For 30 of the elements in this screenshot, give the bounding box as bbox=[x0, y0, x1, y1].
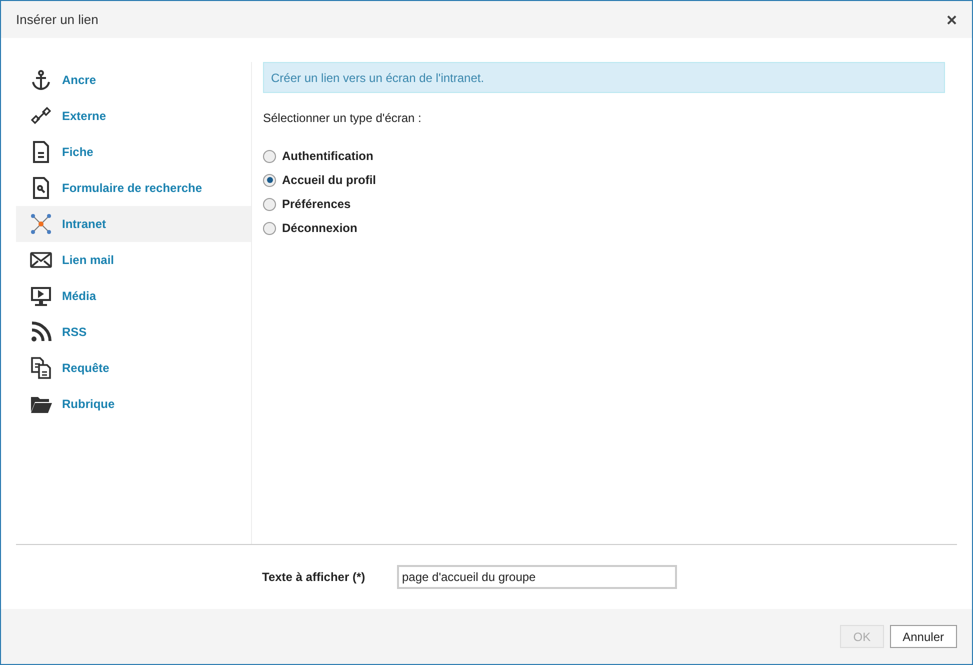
rss-icon bbox=[30, 321, 52, 343]
window-title: Insérer un lien bbox=[16, 10, 98, 29]
info-message: Créer un lien vers un écran de l'intranet. bbox=[263, 62, 945, 93]
radio-option[interactable]: Accueil du profil bbox=[263, 171, 945, 189]
envelope-icon bbox=[30, 249, 52, 271]
sidebar-item[interactable]: Requête bbox=[16, 350, 251, 386]
documents-icon bbox=[30, 357, 52, 379]
close-button[interactable]: × bbox=[946, 10, 957, 28]
sidebar-item[interactable]: Rubrique bbox=[16, 386, 251, 422]
sidebar-item[interactable]: Formulaire de recherche bbox=[16, 170, 251, 206]
radio-option[interactable]: Préférences bbox=[263, 195, 945, 213]
dialog-button[interactable]: Annuler bbox=[890, 625, 957, 648]
link-icon bbox=[30, 105, 52, 127]
document-icon bbox=[30, 141, 52, 163]
sidebar-item[interactable]: RSS bbox=[16, 314, 251, 350]
text-input-field[interactable]: page d'accueil du groupe bbox=[397, 565, 677, 589]
search-document-icon bbox=[30, 177, 52, 199]
anchor-icon bbox=[30, 69, 52, 91]
prompt-text: Sélectionner un type d'écran : bbox=[263, 110, 422, 127]
radio-option[interactable]: Authentification bbox=[263, 147, 945, 165]
sidebar-item[interactable]: Média bbox=[16, 278, 251, 314]
sidebar-item[interactable]: Externe bbox=[16, 98, 251, 134]
sidebar-item[interactable]: Lien mail bbox=[16, 242, 251, 278]
radio-option[interactable]: Déconnexion bbox=[263, 219, 945, 237]
sidebar-item[interactable]: Fiche bbox=[16, 134, 251, 170]
network-icon bbox=[30, 213, 52, 235]
monitor-play-icon bbox=[30, 285, 52, 307]
sidebar-item[interactable]: Ancre bbox=[16, 62, 251, 98]
sidebar-item[interactable]: Intranet bbox=[16, 206, 251, 242]
field-label: Texte à afficher (*) bbox=[262, 569, 366, 586]
